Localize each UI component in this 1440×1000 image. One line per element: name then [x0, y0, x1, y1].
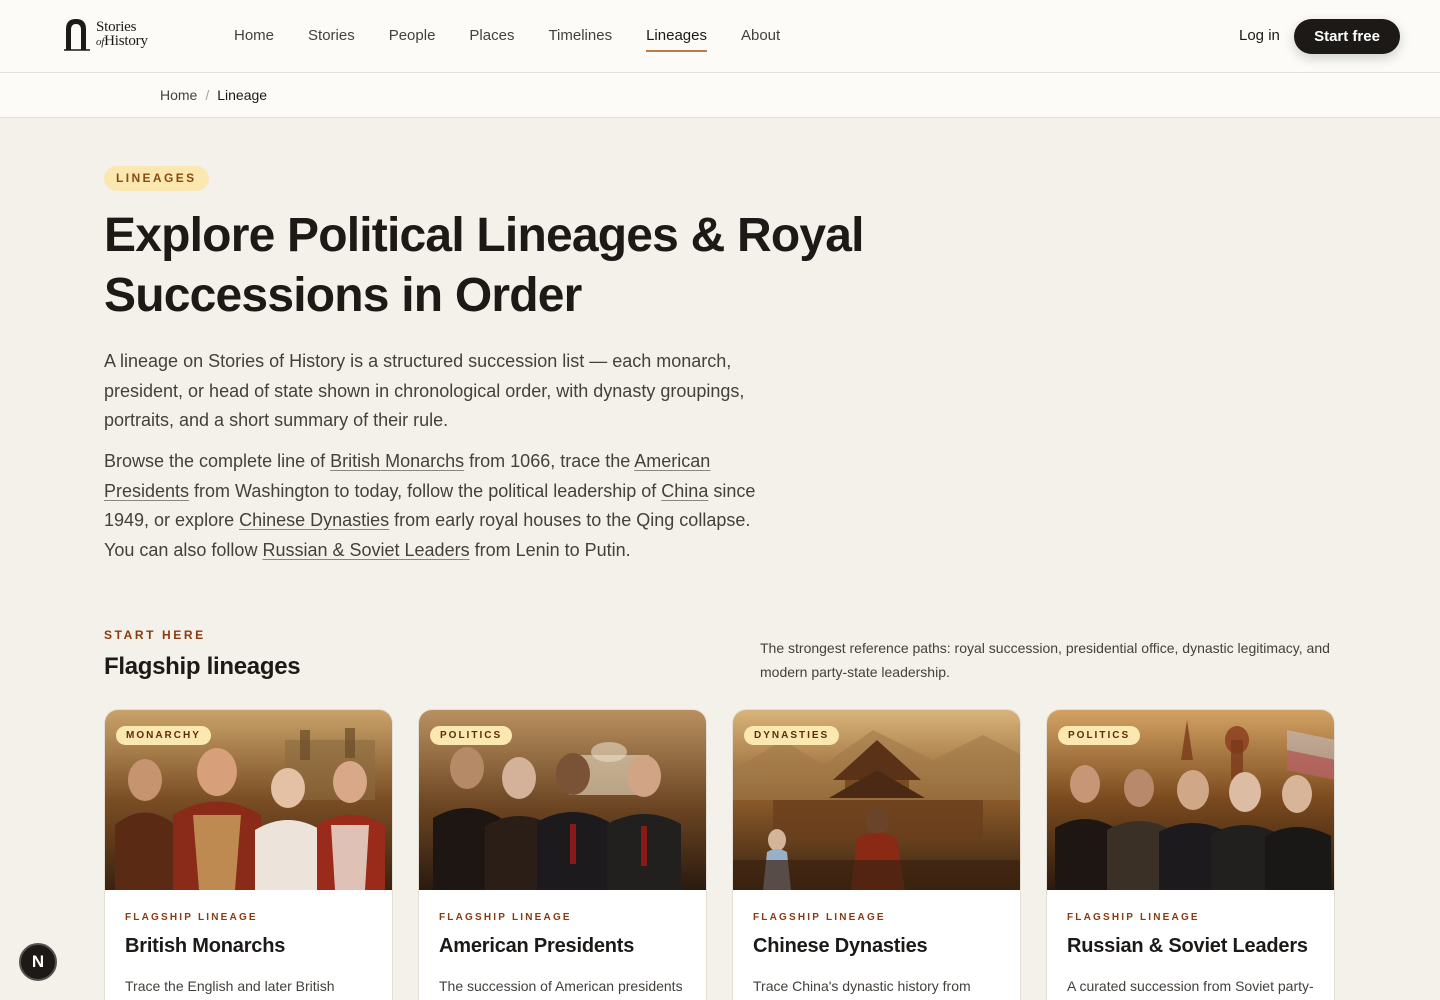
nav-about[interactable]: About	[741, 27, 780, 52]
login-link[interactable]: Log in	[1239, 27, 1280, 44]
start-free-button[interactable]: Start free	[1294, 19, 1400, 54]
card-eyebrow: FLAGSHIP LINEAGE	[1067, 912, 1200, 923]
lineages-badge: LINEAGES	[104, 166, 209, 191]
section-description: The strongest reference paths: royal suc…	[760, 640, 1330, 680]
link-china[interactable]: China	[661, 481, 708, 501]
page-title: Explore Political Lineages & Royal Succe…	[104, 209, 865, 322]
card-image-chinese-dynasties: DYNASTIES	[733, 710, 1020, 890]
card-image-american-presidents: POLITICS	[419, 710, 706, 890]
breadcrumb-separator: /	[205, 87, 210, 103]
browse-text: from Lenin to Putin.	[469, 539, 631, 560]
browse-text: Browse the complete line of	[104, 451, 331, 471]
card-description: The succession of American presidents	[439, 978, 683, 994]
section-eyebrow: START HERE	[104, 628, 206, 642]
logo-history: History	[104, 32, 148, 49]
card-title: American Presidents	[439, 935, 635, 957]
lineage-card-russian-soviet-leaders[interactable]: POLITICS FLAGSHIP LINEAGE Russian & Sovi…	[1046, 709, 1335, 1000]
card-image-russian-soviet-leaders: POLITICS	[1047, 710, 1334, 890]
logo-line2: ofHistory	[96, 32, 148, 49]
card-category-tag: MONARCHY	[116, 726, 211, 745]
site-header: Stories ofHistory Home Stories People Pl…	[0, 0, 1440, 73]
section-title: Flagship lineages	[104, 653, 301, 680]
intro-paragraph: A lineage on Stories of History is a str…	[104, 351, 745, 430]
breadcrumb-bar: Home / Lineage	[0, 73, 1440, 118]
link-chinese-dynasties[interactable]: Chinese Dynasties	[239, 510, 389, 530]
card-title: Russian & Soviet Leaders	[1067, 935, 1308, 957]
browse-text: from Washington to today, follow the pol…	[189, 480, 662, 501]
nav-people[interactable]: People	[389, 27, 436, 52]
card-category-tag: DYNASTIES	[744, 726, 840, 745]
card-title: Chinese Dynasties	[753, 935, 928, 957]
breadcrumb-current: Lineage	[217, 87, 268, 103]
card-title: British Monarchs	[125, 935, 286, 957]
card-description: A curated succession from Soviet party-	[1067, 978, 1314, 994]
card-eyebrow: FLAGSHIP LINEAGE	[439, 912, 572, 923]
card-eyebrow: FLAGSHIP LINEAGE	[753, 912, 886, 923]
nav-home[interactable]: Home	[234, 27, 274, 52]
lineage-card-chinese-dynasties[interactable]: DYNASTIES FLAGSHIP LINEAGE Chinese Dynas…	[732, 709, 1021, 1000]
main-nav: Home Stories People Places Timelines Lin…	[234, 27, 814, 52]
breadcrumb-home[interactable]: Home	[160, 87, 197, 103]
card-description: Trace the English and later British	[125, 978, 335, 994]
nav-stories[interactable]: Stories	[308, 27, 355, 52]
browse-text: from 1066, trace the	[464, 451, 635, 471]
link-russian-soviet-leaders[interactable]: Russian & Soviet Leaders	[262, 540, 469, 560]
lineage-card-american-presidents[interactable]: POLITICS FLAGSHIP LINEAGE American Presi…	[418, 709, 707, 1000]
nav-lineages[interactable]: Lineages	[646, 27, 707, 52]
browse-paragraph: Browse the complete line of British Mona…	[104, 447, 764, 565]
card-category-tag: POLITICS	[430, 726, 513, 745]
site-logo[interactable]: Stories ofHistory	[62, 17, 148, 51]
arch-logo-icon	[64, 19, 90, 51]
lineage-card-british-monarchs[interactable]: MONARCHY FLAGSHIP LINEAGE British Monarc…	[104, 709, 393, 1000]
nextjs-dev-indicator-button[interactable]: N	[19, 943, 57, 981]
link-british-monarchs[interactable]: British Monarchs	[330, 451, 464, 471]
card-image-british-monarchs: MONARCHY	[105, 710, 392, 890]
breadcrumb: Home / Lineage	[160, 87, 267, 103]
card-eyebrow: FLAGSHIP LINEAGE	[125, 912, 258, 923]
card-category-tag: POLITICS	[1058, 726, 1141, 745]
logo-wordmark: Stories ofHistory	[96, 19, 148, 49]
card-description: Trace China's dynastic history from	[753, 978, 971, 994]
nav-places[interactable]: Places	[469, 27, 514, 52]
logo-of: of	[96, 35, 105, 48]
nav-timelines[interactable]: Timelines	[548, 27, 612, 52]
